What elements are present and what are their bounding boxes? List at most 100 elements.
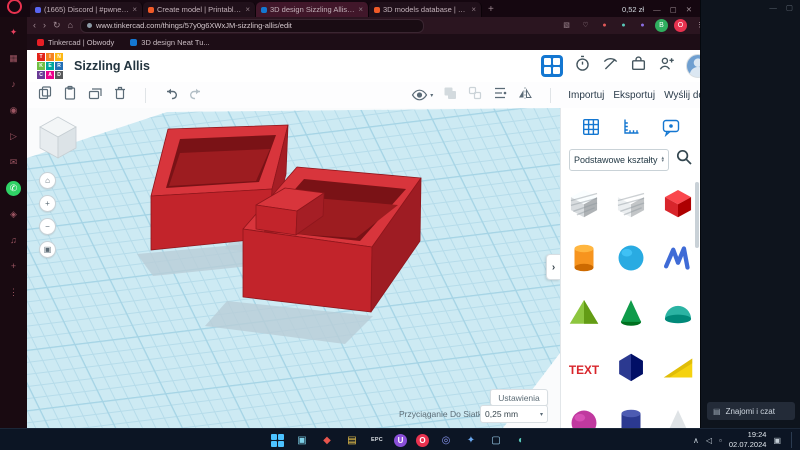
taskbar-app-paint[interactable]: ▢: [488, 432, 504, 448]
taskbar-app-red[interactable]: ◆: [319, 432, 335, 448]
taskbar-app-u[interactable]: U: [394, 433, 407, 447]
bookmark-item[interactable]: Tinkercad | Obwody: [37, 38, 114, 47]
taskbar-app-discord[interactable]: ◎: [438, 432, 454, 448]
panel-collapse-chevron[interactable]: ›: [546, 254, 560, 280]
taskbar-app-blue[interactable]: ✦: [463, 432, 479, 448]
briefcase-icon[interactable]: [630, 55, 647, 77]
shape-polygon[interactable]: [611, 344, 651, 392]
shape-sphere-magenta[interactable]: [564, 399, 604, 428]
home-view-button[interactable]: ⌂: [39, 172, 56, 189]
shape-cone-gray[interactable]: [658, 399, 698, 428]
ungroup-icon[interactable]: [467, 85, 483, 106]
export-button[interactable]: Eksportuj: [613, 90, 655, 101]
tray-chevron-icon[interactable]: ∧: [693, 436, 699, 445]
speed-dial-icon[interactable]: ▦: [6, 51, 21, 66]
minimize-button[interactable]: —: [653, 5, 661, 14]
close-button[interactable]: ✕: [686, 5, 692, 14]
capture-icon[interactable]: ▧: [560, 19, 573, 32]
settings-button[interactable]: Ustawienia: [490, 389, 548, 406]
design-title[interactable]: Sizzling Allis: [74, 59, 150, 73]
3d-scene[interactable]: [27, 108, 560, 428]
notes-icon[interactable]: [658, 115, 684, 139]
back-icon[interactable]: ‹: [33, 21, 36, 30]
gx-badge-icon[interactable]: O: [674, 19, 687, 32]
forward-icon[interactable]: ›: [43, 21, 46, 30]
instagram-icon[interactable]: ◈: [6, 207, 21, 222]
browser-tab[interactable]: 3D models database | Prin... ×: [369, 2, 482, 17]
ruler-icon[interactable]: [618, 115, 644, 139]
shape-cone[interactable]: [611, 289, 651, 337]
shape-cylinder[interactable]: [564, 234, 604, 282]
tools-icon[interactable]: [602, 55, 619, 77]
minimize-icon[interactable]: —: [769, 3, 777, 12]
mirror-icon[interactable]: [517, 85, 533, 106]
whatsapp-icon[interactable]: ✆: [6, 181, 21, 196]
gx-corner-icon[interactable]: ✦: [6, 25, 21, 40]
sim-time-icon[interactable]: [574, 55, 591, 77]
friends-chat-bar[interactable]: ▤ Znajomi i czat: [707, 402, 795, 420]
3d-viewport[interactable]: ⌂ + − ▣ › Ustawienia Przyciąganie Do Sia…: [27, 108, 560, 428]
tab-close-icon[interactable]: ×: [245, 5, 250, 14]
tray-network-icon[interactable]: ◁: [706, 436, 712, 445]
wishlist-icon[interactable]: ♡: [579, 19, 592, 32]
taskbar-app-folder[interactable]: ▤: [344, 432, 360, 448]
taskbar-app-teal[interactable]: ◐: [513, 432, 529, 448]
zoom-out-button[interactable]: −: [39, 218, 56, 235]
taskbar-clock[interactable]: 19:24 02.07.2024: [729, 430, 767, 450]
invite-person-icon[interactable]: [658, 55, 675, 77]
zoom-in-button[interactable]: +: [39, 195, 56, 212]
taskbar-app-operagx[interactable]: O: [416, 433, 429, 447]
bookmark-item[interactable]: 3D design Neat Tu...: [130, 38, 210, 47]
add-app-icon[interactable]: +: [6, 259, 21, 274]
shape-category-dropdown[interactable]: Podstawowe kształty ▴ ▾: [569, 148, 669, 171]
extension-dot-icon[interactable]: ●: [617, 19, 630, 32]
tab-close-icon[interactable]: ×: [132, 5, 137, 14]
profile-badge[interactable]: B: [655, 19, 668, 32]
shape-half-sphere[interactable]: [658, 289, 698, 337]
tinkercad-logo[interactable]: TIN KER CAD: [37, 53, 63, 79]
show-desktop-button[interactable]: [791, 432, 794, 448]
workplane-icon[interactable]: [578, 115, 604, 139]
twitch-icon[interactable]: ▷: [6, 129, 21, 144]
start-button[interactable]: [271, 433, 284, 447]
view-cube[interactable]: [35, 112, 81, 162]
snap-grid-dropdown[interactable]: 0,25 mm ▾: [480, 405, 548, 423]
paste-icon[interactable]: [62, 85, 78, 106]
shape-scribble[interactable]: [658, 234, 698, 282]
tray-volume-icon[interactable]: ▫: [719, 436, 722, 445]
taskbar-app-explorer[interactable]: ▣: [294, 432, 310, 448]
shape-wedge[interactable]: [658, 344, 698, 392]
import-button[interactable]: Importuj: [568, 90, 604, 101]
messenger-icon[interactable]: ✉: [6, 155, 21, 170]
price-badge[interactable]: 0,52 zł: [622, 5, 644, 14]
home-icon[interactable]: ⌂: [68, 21, 73, 30]
shape-text[interactable]: TEXT: [564, 344, 604, 392]
taskbar-app-epc[interactable]: EPC: [369, 432, 385, 448]
shape-tube[interactable]: [611, 399, 651, 428]
maximize-icon[interactable]: ▢: [786, 3, 793, 12]
shape-box[interactable]: [658, 179, 698, 227]
panel-scrollbar[interactable]: [695, 182, 699, 248]
shape-pyramid[interactable]: [564, 289, 604, 337]
duplicate-icon[interactable]: [87, 85, 103, 106]
show-hide-icon[interactable]: ▾: [411, 88, 433, 102]
gx-player-icon[interactable]: ♪: [6, 77, 21, 92]
copy-icon[interactable]: [37, 85, 53, 106]
url-field[interactable]: www.tinkercad.com/things/57y0g6XWxJM-siz…: [79, 18, 424, 33]
tiktok-icon[interactable]: ♫: [6, 233, 21, 248]
delete-icon[interactable]: [112, 85, 128, 106]
browser-tab[interactable]: Create model | Printables... ×: [143, 2, 256, 17]
dashboard-button[interactable]: [541, 55, 563, 77]
shape-box-hole-striped[interactable]: [611, 179, 651, 227]
maximize-button[interactable]: ▢: [670, 5, 677, 14]
browser-tab[interactable]: 3D design Sizzling Allis - Ti...×: [256, 2, 369, 17]
sidebar-settings-icon[interactable]: ⋮: [6, 285, 21, 300]
extension-dot-icon[interactable]: ●: [598, 19, 611, 32]
undo-icon[interactable]: [163, 85, 179, 106]
refresh-icon[interactable]: ↻: [53, 21, 61, 30]
new-tab-button[interactable]: +: [488, 4, 494, 15]
tab-close-icon[interactable]: ×: [471, 5, 476, 14]
discord-icon[interactable]: ◉: [6, 103, 21, 118]
opera-menu-icon[interactable]: [7, 0, 22, 14]
notification-icon[interactable]: ▣: [773, 436, 781, 445]
